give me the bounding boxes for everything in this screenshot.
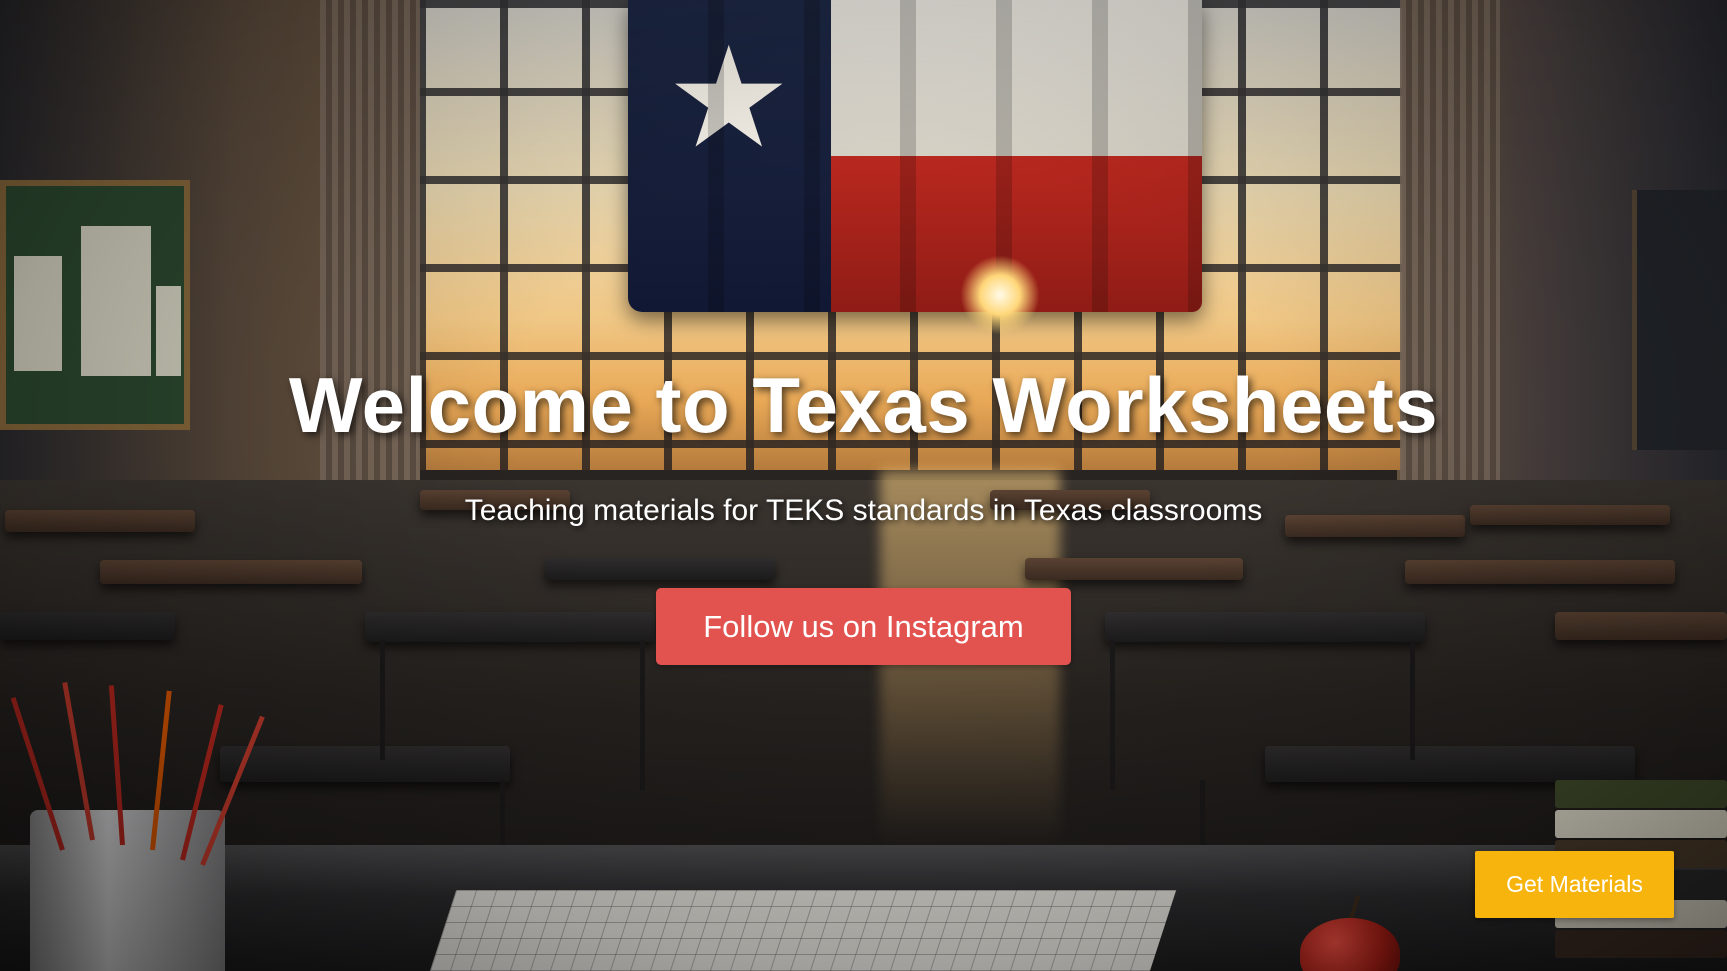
- hero-content: Welcome to Texas Worksheets Teaching mat…: [0, 0, 1727, 971]
- page-title: Welcome to Texas Worksheets: [288, 361, 1439, 449]
- get-materials-button[interactable]: Get Materials: [1475, 851, 1674, 918]
- instagram-follow-button[interactable]: Follow us on Instagram: [656, 588, 1071, 665]
- hero-section: ★: [0, 0, 1727, 971]
- page-subtitle: Teaching materials for TEKS standards in…: [464, 494, 1263, 527]
